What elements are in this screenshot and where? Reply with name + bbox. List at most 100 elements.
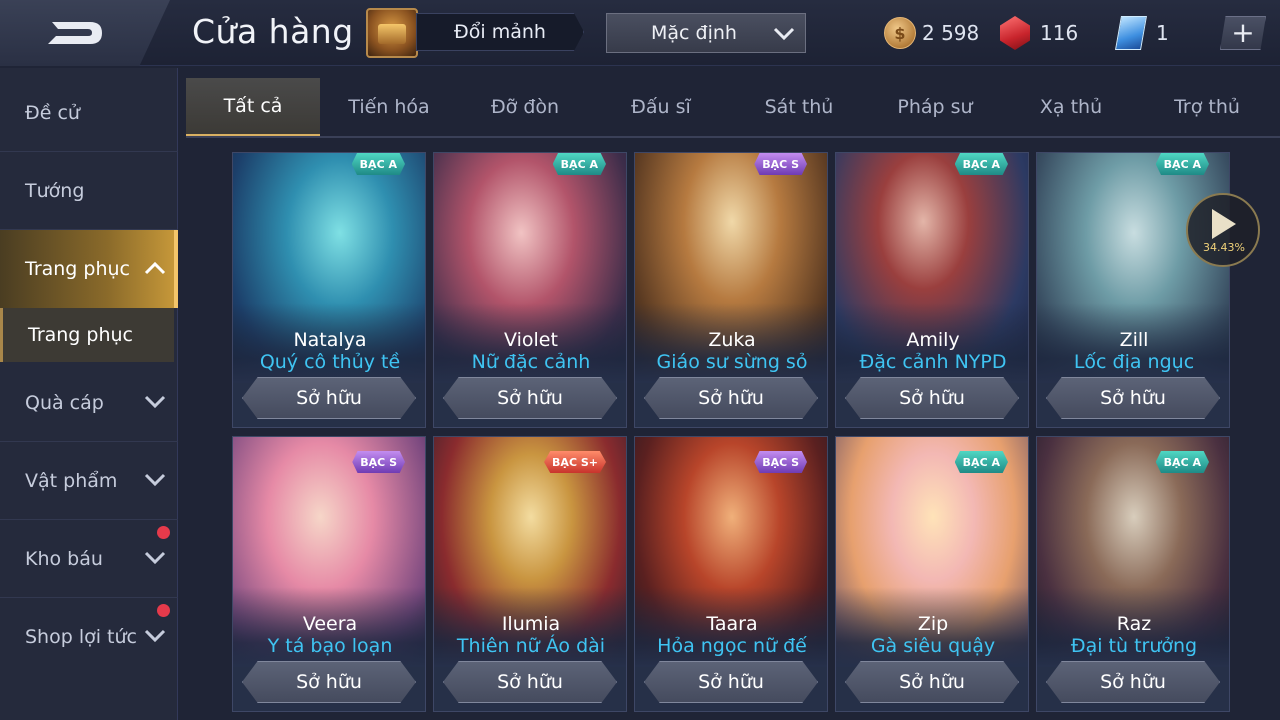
hero-name: Amily [906,329,960,351]
sidebar-item-heroes[interactable]: Tướng [0,152,178,230]
hero-name: Zuka [708,329,756,351]
hero-name: Raz [1116,613,1152,635]
skin-card[interactable]: BẠC A Zip Gà siêu quậy Sở hữu [835,436,1029,712]
ruby-value: 116 [1040,21,1079,45]
tab-tank[interactable]: Đỡ đòn [458,78,592,136]
skin-card[interactable]: BẠC A Amily Đặc cảnh NYPD Sở hữu [835,152,1029,428]
owned-button[interactable]: Sở hữu [845,377,1019,419]
chevron-down-icon [144,551,166,565]
hero-name: Zip [917,613,949,635]
gold-balance: $ 2 598 [884,14,979,52]
tab-assassin[interactable]: Sát thủ [732,78,866,136]
hero-name: Natalya [293,329,367,351]
tier-badge: BẠC A [552,153,606,175]
skin-card[interactable]: BẠC A Natalya Quý cô thủy tề Sở hữu [232,152,426,428]
sidebar-item-skins[interactable]: Trang phục [0,230,178,308]
voucher-balance: 1 [1115,14,1169,52]
gold-value: 2 598 [922,21,980,45]
back-arrow-icon [48,22,102,44]
video-progress: 34.43% [1203,241,1245,254]
hero-name: Taara [706,613,758,635]
skin-card[interactable]: BẠC S Veera Y tá bạo loạn Sở hữu [232,436,426,712]
tier-badge: BẠC A [1155,451,1209,473]
ruby-balance: 116 [1000,14,1078,52]
sidebar-subitem-label: Trang phục [28,324,134,346]
tab-mage[interactable]: Pháp sư [868,78,1002,136]
hero-name: Zill [1119,329,1149,351]
skin-card[interactable]: BẠC A Raz Đại tù trưởng Sở hữu [1036,436,1230,712]
skin-name: Thiên nữ Áo dài [456,635,606,657]
sidebar-item-gifts[interactable]: Quà cáp [0,364,178,442]
skin-name: Gà siêu quậy [870,635,996,657]
tier-badge: BẠC A [954,153,1008,175]
hero-name: Veera [302,613,358,635]
skin-name: Y tá bạo loạn [267,635,393,657]
skin-name: Hỏa ngọc nữ đế [657,635,807,657]
skin-name: Giáo sư sừng sỏ [656,351,808,373]
notification-dot [157,526,170,539]
tab-all[interactable]: Tất cả [186,78,320,136]
owned-button[interactable]: Sở hữu [443,377,617,419]
skin-name: Đặc cảnh NYPD [859,351,1007,373]
back-button[interactable] [0,0,170,66]
gold-coin-icon: $ [884,17,916,49]
exchange-shards-button[interactable]: Đổi mảnh [366,8,586,58]
owned-button[interactable]: Sở hữu [443,661,617,703]
skin-name: Lốc địa ngục [1073,351,1195,373]
treasure-chest-icon [366,8,418,58]
skin-card[interactable]: BẠC S+ Ilumia Thiên nữ Áo dài Sở hữu [433,436,627,712]
skin-name: Đại tù trưởng [1070,635,1198,657]
tier-badge: BẠC S [352,451,405,473]
page-title: Cửa hàng [192,12,354,51]
hero-name: Ilumia [501,613,561,635]
skin-name: Quý cô thủy tề [259,351,401,373]
preview-video-button[interactable]: 34.43% [1186,193,1260,267]
ruby-icon [1000,16,1030,50]
hero-name: Violet [504,329,558,351]
tab-marksman[interactable]: Xạ thủ [1004,78,1138,136]
tier-badge: BẠC A [954,451,1008,473]
sidebar-item-label: Quà cáp [25,391,104,414]
tier-badge: BẠC A [351,153,405,175]
sidebar-item-label: Kho báu [25,547,103,570]
notification-dot [157,604,170,617]
owned-button[interactable]: Sở hữu [644,377,818,419]
sidebar-item-label: Tướng [25,179,85,202]
owned-button[interactable]: Sở hữu [644,661,818,703]
sidebar-subitem-skins[interactable]: Trang phục [0,308,174,362]
owned-button[interactable]: Sở hữu [242,377,416,419]
sidebar-item-recommended[interactable]: Đề cử [0,74,178,152]
skin-grid: BẠC A Natalya Quý cô thủy tề Sở hữu BẠC … [232,152,1232,720]
voucher-icon [1115,16,1147,50]
sidebar-item-label: Trang phục [25,258,131,280]
tier-badge: BẠC A [1155,153,1209,175]
sort-dropdown[interactable]: Mặc định [606,13,806,53]
sidebar-item-label: Đề cử [25,101,80,124]
sidebar-item-items[interactable]: Vật phẩm [0,442,178,520]
chevron-down-icon [144,395,166,409]
skin-card[interactable]: BẠC S Zuka Giáo sư sừng sỏ Sở hữu [634,152,828,428]
owned-button[interactable]: Sở hữu [1046,377,1220,419]
sidebar-item-profit-shop[interactable]: Shop lợi tức [0,598,178,676]
sort-label: Mặc định [651,22,737,44]
add-currency-button[interactable]: + [1220,16,1266,50]
chevron-down-icon [773,27,795,41]
voucher-value: 1 [1156,21,1169,45]
exchange-label: Đổi mảnh [416,13,584,51]
chevron-down-icon [144,473,166,487]
chevron-up-icon [144,261,166,275]
skin-card[interactable]: BẠC A Violet Nữ đặc cảnh Sở hữu [433,152,627,428]
owned-button[interactable]: Sở hữu [1046,661,1220,703]
skin-card[interactable]: BẠC A Zill Lốc địa ngục Sở hữu [1036,152,1230,428]
tier-badge: BẠC S+ [544,451,606,473]
tab-evolution[interactable]: Tiến hóa [322,78,456,136]
owned-button[interactable]: Sở hữu [242,661,416,703]
owned-button[interactable]: Sở hữu [845,661,1019,703]
play-icon [1212,209,1236,239]
tab-fighter[interactable]: Đấu sĩ [594,78,728,136]
tier-badge: BẠC S [754,451,807,473]
chevron-down-icon [144,629,166,643]
tab-support[interactable]: Trợ thủ [1140,78,1274,136]
sidebar-item-treasure[interactable]: Kho báu [0,520,178,598]
skin-card[interactable]: BẠC S Taara Hỏa ngọc nữ đế Sở hữu [634,436,828,712]
